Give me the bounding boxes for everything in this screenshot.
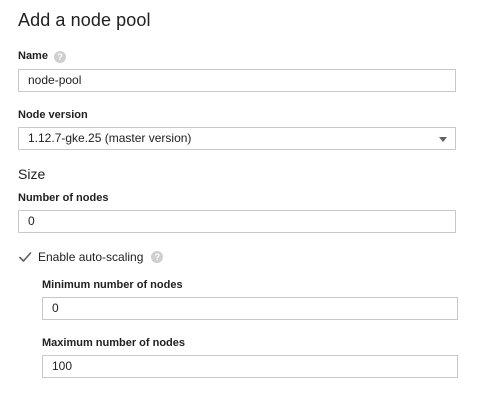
checkmark-icon[interactable] [18, 250, 32, 264]
name-input-value: node-pool [28, 73, 82, 87]
min-nodes-label: Minimum number of nodes [42, 279, 183, 291]
size-section-title: Size [18, 166, 46, 182]
node-version-label: Node version [18, 109, 88, 121]
max-nodes-input[interactable]: 100 [42, 355, 458, 378]
min-nodes-input[interactable]: 0 [42, 297, 458, 320]
node-version-selected: 1.12.7-gke.25 (master version) [28, 131, 192, 145]
name-input[interactable]: node-pool [18, 69, 456, 92]
max-nodes-value: 100 [52, 359, 73, 373]
page-title: Add a node pool [18, 10, 151, 30]
help-icon[interactable]: ? [151, 251, 164, 263]
autoscaling-checkbox-row[interactable]: Enable auto-scaling ? [18, 249, 164, 265]
name-label-row: Name? [18, 50, 66, 63]
number-of-nodes-value: 0 [28, 214, 35, 228]
help-icon[interactable]: ? [53, 51, 66, 63]
max-nodes-label: Maximum number of nodes [42, 337, 186, 349]
number-of-nodes-input[interactable]: 0 [18, 210, 456, 233]
caret-down-icon [439, 137, 447, 142]
min-nodes-value: 0 [52, 301, 59, 315]
node-version-select[interactable]: 1.12.7-gke.25 (master version) [18, 127, 456, 150]
number-of-nodes-label: Number of nodes [18, 192, 109, 204]
name-label: Name [18, 50, 48, 62]
autoscaling-label[interactable]: Enable auto-scaling [38, 250, 143, 264]
add-node-pool-form: Add a node pool Name? node-pool Node ver… [0, 0, 481, 402]
